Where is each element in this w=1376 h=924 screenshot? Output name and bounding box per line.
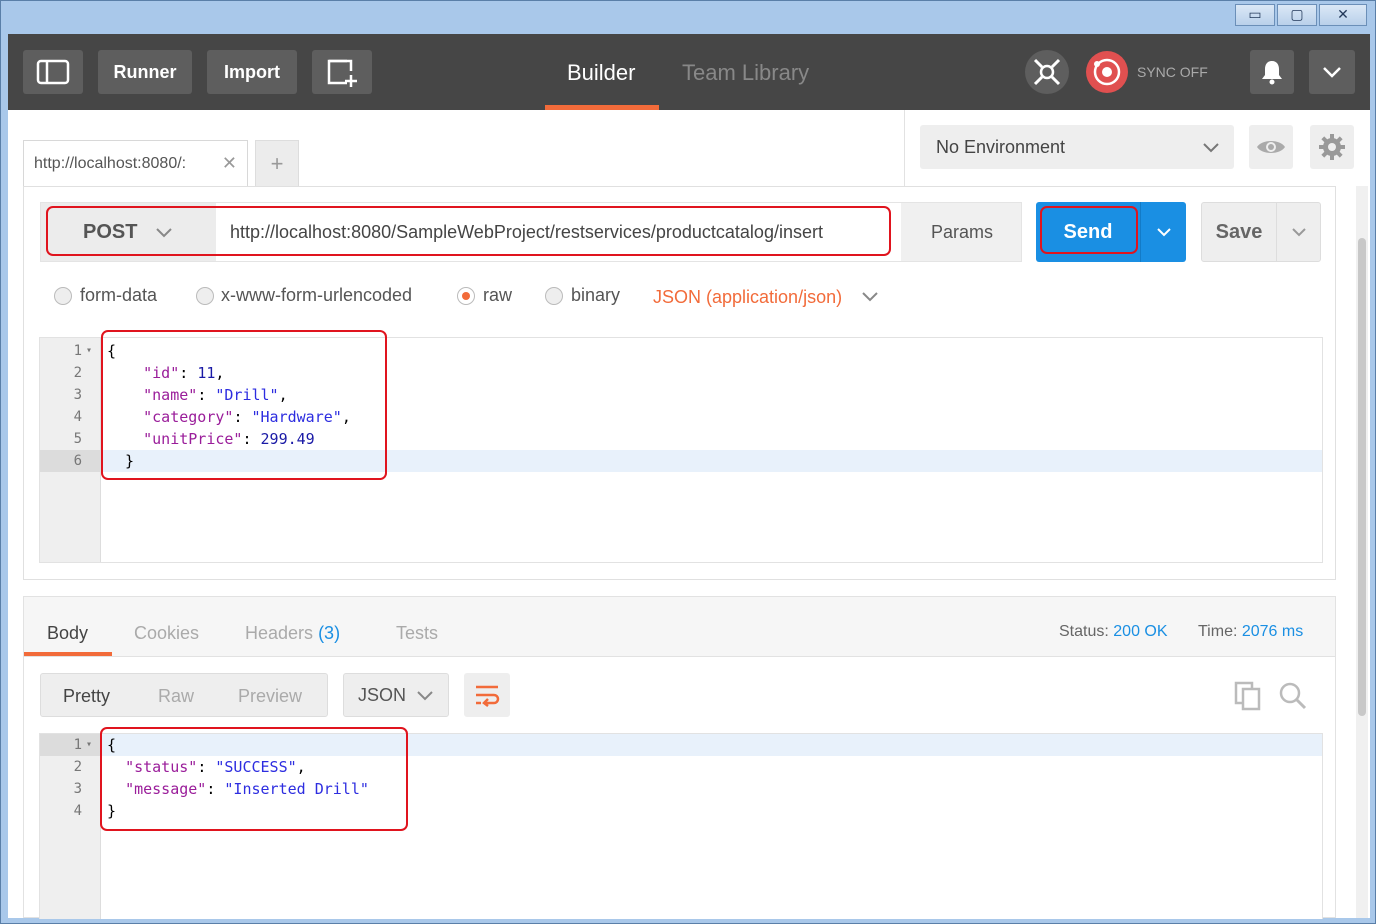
format-raw[interactable]: Raw xyxy=(158,686,194,707)
settings-menu-button[interactable] xyxy=(1309,50,1355,94)
maximize-button[interactable]: ▢ xyxy=(1277,4,1317,26)
tab-cookies[interactable]: Cookies xyxy=(134,623,199,644)
minimize-button[interactable]: ▭ xyxy=(1235,4,1275,26)
radio-form-data[interactable] xyxy=(54,287,72,305)
scrollbar[interactable] xyxy=(1356,186,1368,918)
save-button-group: Save xyxy=(1201,202,1321,262)
window-controls: ▭ ▢ ✕ xyxy=(1235,4,1367,26)
annotation-box-send xyxy=(1040,206,1138,254)
close-window-button[interactable]: ✕ xyxy=(1319,4,1367,26)
save-button[interactable]: Save xyxy=(1202,203,1276,261)
environment-select[interactable]: No Environment xyxy=(920,125,1234,169)
tab-team-library[interactable]: Team Library xyxy=(682,60,809,86)
active-tab-indicator xyxy=(24,652,112,656)
radio-raw[interactable] xyxy=(457,287,475,305)
sidebar-toggle-button[interactable] xyxy=(23,50,83,94)
add-tab-button[interactable]: + xyxy=(255,140,299,186)
chevron-down-icon xyxy=(1156,228,1171,237)
format-pretty[interactable]: Pretty xyxy=(63,686,110,707)
response-header: Body Cookies Headers (3) Tests Status: 2… xyxy=(24,597,1335,657)
scrollbar-thumb[interactable] xyxy=(1358,238,1366,716)
wrap-lines-button[interactable] xyxy=(464,673,510,717)
format-toggle: Pretty Raw Preview xyxy=(40,673,328,717)
tab-headers-label: Headers xyxy=(245,623,314,643)
chevron-down-icon xyxy=(1291,228,1306,237)
annotation-box-request-body xyxy=(101,330,387,480)
environment-value: No Environment xyxy=(936,137,1066,157)
time-readout: Time: 2076 ms xyxy=(1198,623,1303,641)
response-language-select[interactable]: JSON xyxy=(343,673,449,717)
sidebar-toggle-icon xyxy=(36,59,70,85)
content-type-select[interactable]: JSON (application/json) xyxy=(653,287,842,308)
radio-label-urlencoded: x-www-form-urlencoded xyxy=(221,285,413,305)
app-toolbar: Runner Import Builder Team Library SYNC … xyxy=(8,34,1370,110)
interceptor-button[interactable] xyxy=(1025,50,1069,94)
quick-look-button[interactable] xyxy=(1249,125,1293,169)
sync-status-label: SYNC OFF xyxy=(1137,64,1208,80)
status-label: Status: xyxy=(1059,623,1109,640)
tab-tests[interactable]: Tests xyxy=(396,623,438,644)
headers-count: (3) xyxy=(318,623,341,643)
manage-environments-button[interactable] xyxy=(1310,125,1354,169)
tab-builder[interactable]: Builder xyxy=(567,60,635,86)
sync-icon xyxy=(1093,58,1121,86)
request-tab[interactable]: http://localhost:8080/: ✕ xyxy=(23,140,248,186)
bell-icon xyxy=(1262,61,1282,85)
close-icon[interactable]: ✕ xyxy=(222,153,237,174)
radio-label-raw: raw xyxy=(483,285,513,305)
annotation-box-response-body xyxy=(100,727,408,831)
chevron-down-icon[interactable] xyxy=(861,291,879,302)
main-area: http://localhost:8080/: ✕ + No Environme… xyxy=(8,110,1370,919)
radio-label-binary: binary xyxy=(571,285,621,305)
time-value: 2076 ms xyxy=(1241,623,1304,640)
send-options-button[interactable] xyxy=(1140,202,1186,262)
new-window-button[interactable] xyxy=(312,50,372,94)
eye-icon xyxy=(1257,141,1285,153)
time-label: Time: xyxy=(1198,623,1238,640)
chevron-down-icon xyxy=(417,691,433,701)
params-button[interactable]: Params xyxy=(901,203,1023,261)
import-button[interactable]: Import xyxy=(207,50,297,94)
copy-icon[interactable] xyxy=(1234,681,1262,711)
chevron-down-icon xyxy=(1203,143,1219,153)
notifications-button[interactable] xyxy=(1250,50,1294,94)
body-type-options: form-data x-www-form-urlencoded raw bina… xyxy=(54,283,954,313)
chevron-down-icon xyxy=(1323,67,1341,78)
tab-body[interactable]: Body xyxy=(47,623,88,644)
interceptor-icon xyxy=(1033,58,1061,86)
gear-icon xyxy=(1319,134,1345,160)
tab-headers[interactable]: Headers (3) xyxy=(245,623,340,644)
radio-binary[interactable] xyxy=(545,287,563,305)
new-window-icon xyxy=(327,59,357,87)
radio-x-www-form-urlencoded[interactable] xyxy=(196,287,214,305)
search-icon[interactable] xyxy=(1278,681,1308,711)
sync-button[interactable] xyxy=(1086,51,1128,93)
request-tab-title: http://localhost:8080/: xyxy=(34,155,187,172)
save-options-button[interactable] xyxy=(1276,203,1320,261)
annotation-box-url xyxy=(46,206,891,256)
divider xyxy=(904,110,905,186)
status-value: 200 OK xyxy=(1113,623,1168,640)
radio-label-form-data: form-data xyxy=(80,285,158,305)
format-preview[interactable]: Preview xyxy=(238,686,302,707)
wrap-lines-icon xyxy=(476,685,500,707)
runner-button[interactable]: Runner xyxy=(98,50,192,94)
status-readout: Status: 200 OK xyxy=(1059,623,1168,641)
request-tab-strip: http://localhost:8080/: ✕ + xyxy=(8,110,904,186)
response-language-value: JSON xyxy=(358,685,407,705)
